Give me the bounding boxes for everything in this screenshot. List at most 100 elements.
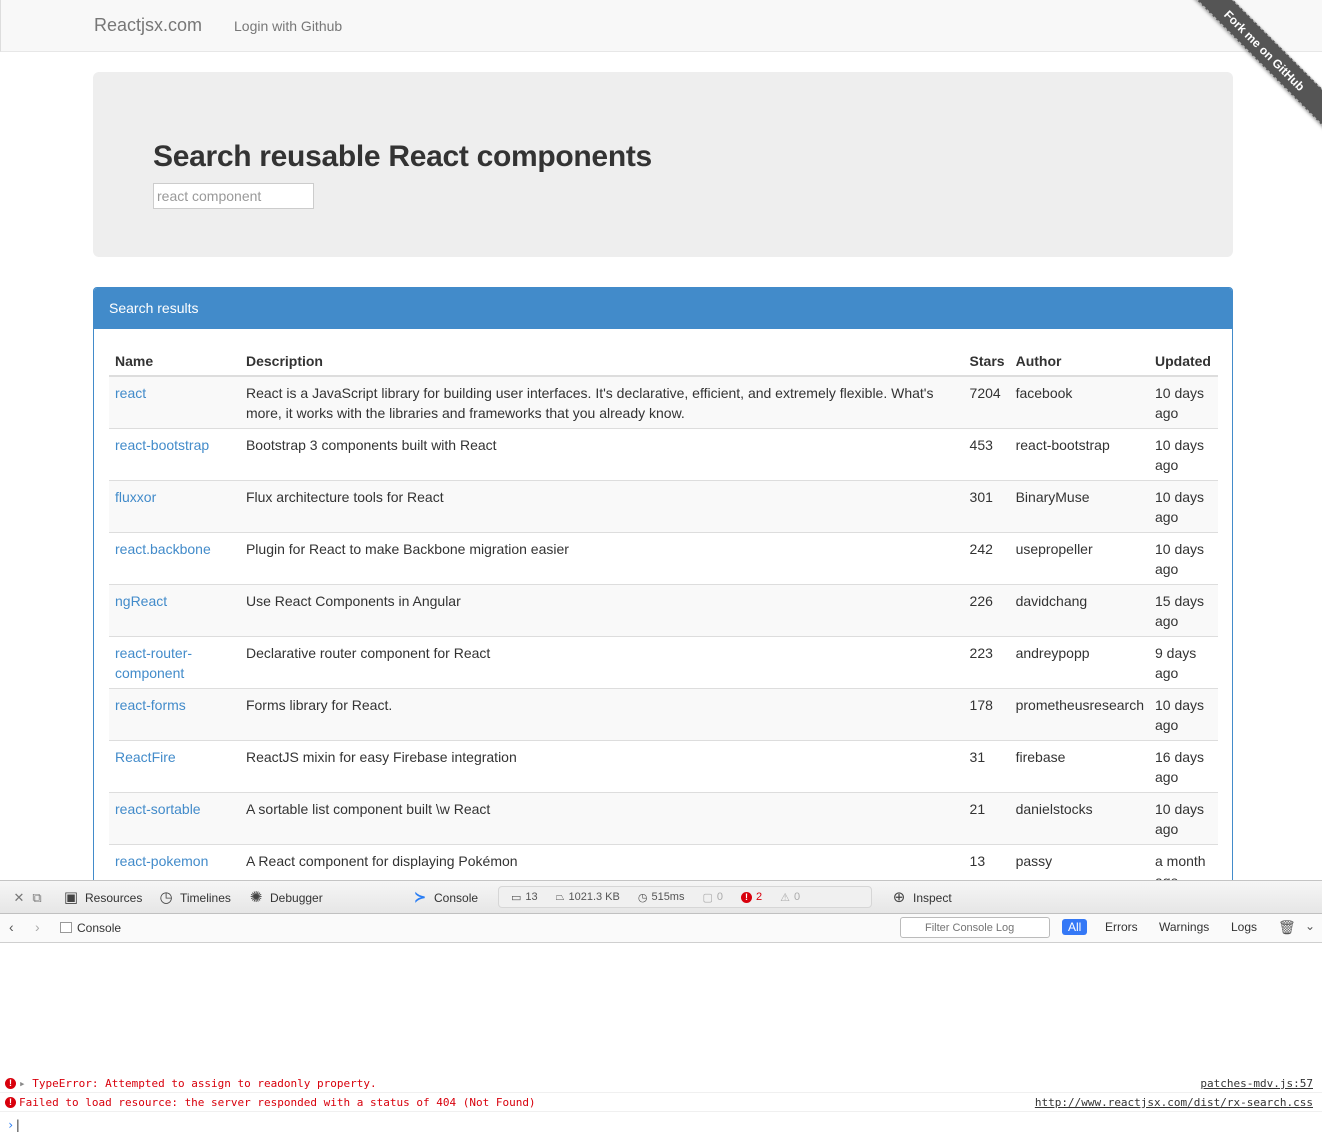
component-updated-cell: 10 days ago (1148, 532, 1218, 585)
panel-heading: Search results (94, 288, 1232, 329)
component-name-link[interactable]: react-router-component (115, 645, 192, 681)
component-name-cell: ngReact (109, 584, 240, 637)
component-name-cell: react-bootstrap (109, 428, 240, 481)
dock-button[interactable]: ⧉ (28, 889, 46, 907)
column-header-updated: Updated (1148, 344, 1218, 377)
activity-summary: ▭ 13 ⏢ 1021.3 KB ◷ 515ms ▢ 0 ! 2 ⚠ 0 (498, 886, 872, 908)
table-row: fluxxor Flux architecture tools for React… (109, 480, 1218, 533)
text-cursor: | (14, 1118, 22, 1132)
filter-errors-button[interactable]: Errors (1099, 919, 1144, 935)
component-name-link[interactable]: react (115, 385, 146, 401)
component-name-cell: react-sortable (109, 792, 240, 845)
resource-count[interactable]: ▭ 13 (511, 891, 538, 904)
search-input[interactable] (153, 183, 314, 209)
tab-debugger[interactable]: ✺ Debugger (247, 889, 323, 907)
component-description-cell: ReactJS mixin for easy Firebase integrat… (239, 740, 964, 793)
component-description-cell: Bootstrap 3 components built with React (239, 428, 964, 481)
brand-link[interactable]: Reactjsx.com (94, 15, 202, 36)
component-description-cell: React is a JavaScript library for buildi… (239, 375, 964, 429)
stopwatch-icon: ◷ (159, 889, 173, 906)
speech-bubble-icon: ▢ (702, 891, 713, 904)
component-stars-cell: 453 (963, 428, 1010, 481)
component-name-cell: react-router-component (109, 636, 240, 689)
tab-debugger-label: Debugger (270, 891, 323, 905)
resource-size[interactable]: ⏢ 1021.3 KB (556, 891, 620, 904)
console-message[interactable]: ! Failed to load resource: the server re… (0, 1093, 1322, 1112)
tab-console[interactable]: ≻ Console (411, 889, 478, 907)
inspector-toolbar: ✕ ⧉ ▣ Resources ◷ Timelines ✺ Debugger ≻… (0, 881, 1322, 914)
component-stars-cell: 301 (963, 480, 1010, 533)
bug-icon: ✺ (249, 889, 263, 906)
component-name-link[interactable]: react-forms (115, 697, 186, 713)
component-name-link[interactable]: ReactFire (115, 749, 176, 765)
component-updated-cell: 10 days ago (1148, 792, 1218, 845)
component-name-link[interactable]: react-bootstrap (115, 437, 209, 453)
console-messages: ! ▸ TypeError: Attempted to assign to re… (0, 1074, 1322, 1112)
tab-resources[interactable]: ▣ Resources (62, 889, 142, 907)
component-updated-cell: 16 days ago (1148, 740, 1218, 793)
console-message-source[interactable]: http://www.reactjsx.com/dist/rx-search.c… (1035, 1093, 1313, 1112)
console-message-text: TypeError: Attempted to assign to readon… (32, 1077, 377, 1090)
component-updated-cell: 10 days ago (1148, 375, 1218, 429)
console-breadcrumb-icon (60, 922, 72, 933)
component-stars-cell: 178 (963, 688, 1010, 741)
table-row: react-sortable A sortable list component … (109, 792, 1218, 845)
login-github-link[interactable]: Login with Github (234, 18, 342, 34)
undock-icon: ⧉ (32, 890, 42, 905)
component-updated-cell: 10 days ago (1148, 428, 1218, 481)
component-name-link[interactable]: react-sortable (115, 801, 201, 817)
component-author-cell: react-bootstrap (1009, 428, 1149, 481)
hero-jumbotron: Search reusable React components (93, 72, 1233, 257)
component-name-link[interactable]: react-pokemon (115, 853, 208, 869)
component-updated-cell: 10 days ago (1148, 480, 1218, 533)
console-message-text: Failed to load resource: the server resp… (19, 1096, 536, 1109)
component-name-cell: fluxxor (109, 480, 240, 533)
column-header-name: Name (109, 344, 240, 377)
component-description-cell: Forms library for React. (239, 688, 964, 741)
filter-all-button[interactable]: All (1062, 919, 1088, 935)
component-name-link[interactable]: ngReact (115, 593, 167, 609)
disclosure-triangle-icon[interactable]: ▸ (19, 1077, 26, 1090)
close-inspector-button[interactable]: ✕ (10, 889, 28, 907)
error-icon: ! (5, 1097, 16, 1108)
document-icon: ▭ (511, 891, 522, 904)
load-time[interactable]: ◷ 515ms (638, 891, 685, 904)
back-icon[interactable]: ‹ (9, 919, 14, 935)
trash-icon[interactable]: 🗑 (1278, 919, 1296, 936)
forward-icon[interactable]: › (35, 919, 40, 935)
crosshair-icon: ⊕ (892, 889, 906, 906)
console-message[interactable]: ! ▸ TypeError: Attempted to assign to re… (0, 1074, 1322, 1093)
filter-logs-button[interactable]: Logs (1225, 919, 1263, 935)
component-name-link[interactable]: fluxxor (115, 489, 156, 505)
table-row: ReactFire ReactJS mixin for easy Firebase… (109, 740, 1218, 793)
tab-timelines-label: Timelines (180, 891, 231, 905)
column-header-description: Description (239, 344, 964, 377)
filter-console-input[interactable] (900, 917, 1050, 938)
console-prompt[interactable]: ›| (0, 1114, 1322, 1135)
warning-count[interactable]: ⚠ 0 (780, 891, 800, 904)
results-table: Name Description Stars Author Updated re… (109, 344, 1218, 886)
console-icon: ≻ (413, 889, 427, 906)
filter-warnings-button[interactable]: Warnings (1153, 919, 1215, 935)
component-updated-cell: 15 days ago (1148, 584, 1218, 637)
column-header-author: Author (1009, 344, 1149, 377)
component-author-cell: prometheusresearch (1009, 688, 1149, 741)
component-author-cell: danielstocks (1009, 792, 1149, 845)
log-count[interactable]: ▢ 0 (702, 891, 723, 904)
close-icon: ✕ (13, 890, 25, 905)
component-stars-cell: 226 (963, 584, 1010, 637)
chevron-down-icon[interactable]: ⌄ (1305, 919, 1315, 933)
component-name-link[interactable]: react.backbone (115, 541, 211, 557)
component-author-cell: BinaryMuse (1009, 480, 1149, 533)
breadcrumb[interactable]: Console (77, 921, 121, 935)
inspect-button[interactable]: ⊕ Inspect (890, 889, 952, 907)
inspect-label: Inspect (913, 891, 952, 905)
component-updated-cell: 9 days ago (1148, 636, 1218, 689)
component-stars-cell: 21 (963, 792, 1010, 845)
web-inspector: ✕ ⧉ ▣ Resources ◷ Timelines ✺ Debugger ≻… (0, 880, 1322, 1135)
table-row: ngReact Use React Components in Angular 22… (109, 584, 1218, 637)
tab-timelines[interactable]: ◷ Timelines (157, 889, 231, 907)
console-message-source[interactable]: patches-mdv.js:57 (1200, 1074, 1313, 1093)
error-count[interactable]: ! 2 (741, 891, 762, 903)
navbar: Reactjsx.com Login with Github (0, 0, 1322, 52)
